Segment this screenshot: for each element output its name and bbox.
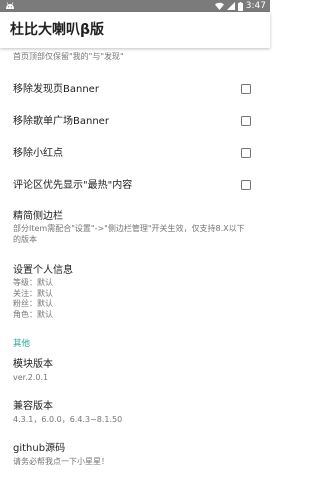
setting-github-source[interactable]: github源码 请务必帮我点一下小星星！ [0,437,270,471]
setting-remove-playlist-banner[interactable]: 移除歌单广场Banner [0,106,270,136]
setting-label: 移除歌单广场Banner [13,116,109,127]
compatible-versions-value: 4.3.1，6.0.0，6.4.3~8.1.50 [13,415,123,424]
setting-hot-comments-first[interactable]: 评论区优先显示"最热"内容 [0,170,270,200]
setting-remove-red-dot[interactable]: 移除小红点 [0,138,270,168]
checkbox[interactable] [241,84,251,94]
status-bar: 3:47 [0,0,270,12]
checkbox[interactable] [241,148,251,158]
setting-label: github源码 [13,443,66,454]
battery-icon [237,1,243,11]
app-bar: 杜比大喇叭β版 [0,12,270,48]
setting-description-continued: 的版本 [13,234,37,244]
setting-label: 评论区优先显示"最热"内容 [13,180,133,191]
section-header-other: 其他 [13,339,31,349]
page-title: 杜比大喇叭β版 [10,22,105,38]
setting-simplify-sidebar[interactable]: 精简侧边栏 部分Item需配合"设置"->"侧边栏管理"开关生效，仅支持8.X以… [0,204,270,256]
setting-label: 模块版本 [13,359,53,370]
checkbox[interactable] [241,180,251,190]
github-description: 请务必帮我点一下小星星！ [13,457,109,466]
settings-list[interactable]: 首页顶部仅保留"我的"与"发现" 移除发现页Banner 移除歌单广场Banne… [0,48,270,480]
setting-label: 移除发现页Banner [13,84,99,95]
partial-item-subtitle: 首页顶部仅保留"我的"与"发现" [13,52,124,61]
info-role: 角色：默认 [13,309,53,319]
setting-label: 移除小红点 [13,148,63,159]
signal-icon [226,2,235,10]
setting-label: 设置个人信息 [13,265,73,276]
wifi-icon [214,2,224,10]
info-level: 等级：默认 [13,278,53,287]
checkbox[interactable] [241,116,251,126]
info-following: 关注：默认 [13,288,53,298]
android-notification-icon [6,2,14,9]
status-time: 3:47 [245,1,266,11]
setting-label: 兼容版本 [13,401,53,412]
setting-remove-discover-banner[interactable]: 移除发现页Banner [0,74,270,104]
setting-module-version[interactable]: 模块版本 ver.2.0.1 [0,353,270,387]
info-followers: 粉丝：默认 [13,299,53,308]
setting-compatible-versions[interactable]: 兼容版本 4.3.1，6.0.0，6.4.3~8.1.50 [0,395,270,429]
setting-label: 精简侧边栏 [13,211,63,222]
module-version-value: ver.2.0.1 [13,373,49,382]
setting-description: 部分Item需配合"设置"->"侧边栏管理"开关生效，仅支持8.X以下 [13,224,245,233]
setting-personal-info[interactable]: 设置个人信息 等级：默认 关注：默认 粉丝：默认 角色：默认 [0,260,270,324]
